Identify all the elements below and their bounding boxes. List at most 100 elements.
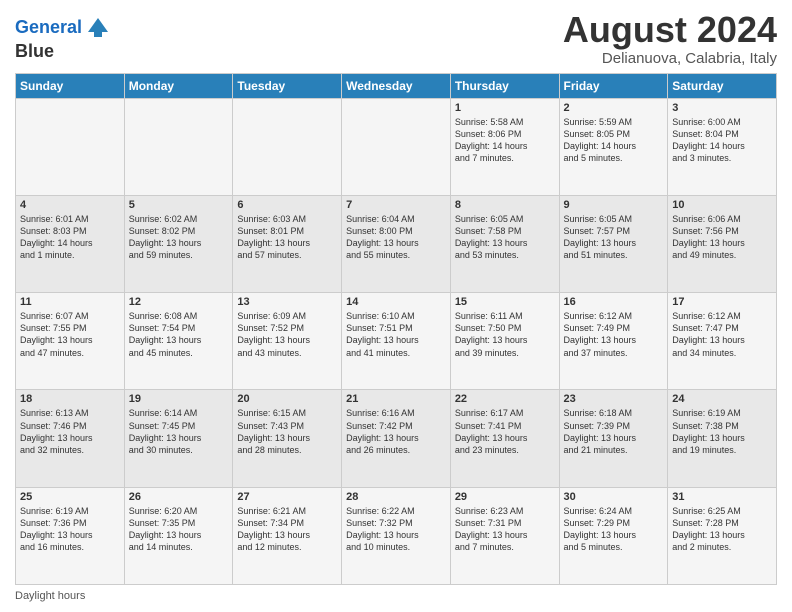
calendar-week-2: 4Sunrise: 6:01 AM Sunset: 8:03 PM Daylig… (16, 195, 777, 292)
calendar-week-1: 1 Sunrise: 5:58 AM Sunset: 8:06 PM Daylig… (16, 98, 777, 195)
calendar-header-row: Sunday Monday Tuesday Wednesday Thursday… (16, 73, 777, 98)
day-number: 31 (672, 491, 772, 503)
header-wednesday: Wednesday (342, 73, 451, 98)
header-monday: Monday (124, 73, 233, 98)
day-info: Sunrise: 6:12 AM Sunset: 7:47 PM Dayligh… (672, 310, 772, 359)
day-number: 16 (564, 296, 664, 308)
calendar-cell: 20Sunrise: 6:15 AM Sunset: 7:43 PM Dayli… (233, 390, 342, 487)
logo-general: General (15, 17, 82, 37)
page: General Blue August 2024 Delianuova, Cal… (0, 0, 792, 612)
logo-text: General (15, 18, 82, 38)
header-tuesday: Tuesday (233, 73, 342, 98)
day-info: Sunrise: 6:25 AM Sunset: 7:28 PM Dayligh… (672, 505, 772, 554)
day-info: Sunrise: 5:58 AM Sunset: 8:06 PM Dayligh… (455, 116, 555, 165)
day-info: Sunrise: 6:18 AM Sunset: 7:39 PM Dayligh… (564, 407, 664, 456)
day-number: 1 (455, 102, 555, 114)
calendar-cell: 19 Sunrise: 6:14 AM Sunset: 7:45 PM Dayli… (124, 390, 233, 487)
day-number: 13 (237, 296, 337, 308)
calendar-cell (124, 98, 233, 195)
calendar-cell: 12Sunrise: 6:08 AM Sunset: 7:54 PM Dayli… (124, 293, 233, 390)
calendar-cell: 2 Sunrise: 5:59 AM Sunset: 8:05 PM Daylig… (559, 98, 668, 195)
calendar-cell: 11 Sunrise: 6:07 AM Sunset: 7:55 PM Dayli… (16, 293, 125, 390)
calendar-cell: 21 Sunrise: 6:16 AM Sunset: 7:42 PM Dayli… (342, 390, 451, 487)
day-number: 6 (237, 199, 337, 211)
header-saturday: Saturday (668, 73, 777, 98)
calendar-cell: 5 Sunrise: 6:02 AM Sunset: 8:02 PM Daylig… (124, 195, 233, 292)
day-info: Sunrise: 6:03 AM Sunset: 8:01 PM Dayligh… (237, 213, 337, 262)
day-number: 30 (564, 491, 664, 503)
calendar-cell: 18 Sunrise: 6:13 AM Sunset: 7:46 PM Dayli… (16, 390, 125, 487)
calendar-cell: 15Sunrise: 6:11 AM Sunset: 7:50 PM Dayli… (450, 293, 559, 390)
calendar-cell: 17 Sunrise: 6:12 AM Sunset: 7:47 PM Dayli… (668, 293, 777, 390)
calendar-cell: 9 Sunrise: 6:05 AM Sunset: 7:57 PM Daylig… (559, 195, 668, 292)
day-info: Sunrise: 6:13 AM Sunset: 7:46 PM Dayligh… (20, 407, 120, 456)
calendar-cell: 30 Sunrise: 6:24 AM Sunset: 7:29 PM Dayli… (559, 487, 668, 584)
day-number: 18 (20, 393, 120, 405)
day-info: Sunrise: 6:24 AM Sunset: 7:29 PM Dayligh… (564, 505, 664, 554)
day-info: Sunrise: 6:19 AM Sunset: 7:38 PM Dayligh… (672, 407, 772, 456)
day-number: 11 (20, 296, 120, 308)
day-info: Sunrise: 6:21 AM Sunset: 7:34 PM Dayligh… (237, 505, 337, 554)
calendar-cell: 16Sunrise: 6:12 AM Sunset: 7:49 PM Dayli… (559, 293, 668, 390)
day-info: Sunrise: 6:20 AM Sunset: 7:35 PM Dayligh… (129, 505, 229, 554)
subtitle: Delianuova, Calabria, Italy (563, 50, 777, 67)
calendar-cell: 14Sunrise: 6:10 AM Sunset: 7:51 PM Dayli… (342, 293, 451, 390)
day-info: Sunrise: 6:04 AM Sunset: 8:00 PM Dayligh… (346, 213, 446, 262)
calendar-cell: 7 Sunrise: 6:04 AM Sunset: 8:00 PM Daylig… (342, 195, 451, 292)
day-info: Sunrise: 6:01 AM Sunset: 8:03 PM Dayligh… (20, 213, 120, 262)
calendar-cell: 4Sunrise: 6:01 AM Sunset: 8:03 PM Daylig… (16, 195, 125, 292)
day-info: Sunrise: 6:22 AM Sunset: 7:32 PM Dayligh… (346, 505, 446, 554)
day-info: Sunrise: 6:17 AM Sunset: 7:41 PM Dayligh… (455, 407, 555, 456)
day-number: 10 (672, 199, 772, 211)
day-number: 5 (129, 199, 229, 211)
logo-blue: Blue (15, 41, 54, 61)
day-info: Sunrise: 5:59 AM Sunset: 8:05 PM Dayligh… (564, 116, 664, 165)
day-number: 26 (129, 491, 229, 503)
calendar: Sunday Monday Tuesday Wednesday Thursday… (15, 73, 777, 585)
day-info: Sunrise: 6:16 AM Sunset: 7:42 PM Dayligh… (346, 407, 446, 456)
day-number: 27 (237, 491, 337, 503)
day-number: 7 (346, 199, 446, 211)
calendar-cell: 28 Sunrise: 6:22 AM Sunset: 7:32 PM Dayli… (342, 487, 451, 584)
day-info: Sunrise: 6:05 AM Sunset: 7:57 PM Dayligh… (564, 213, 664, 262)
day-info: Sunrise: 6:14 AM Sunset: 7:45 PM Dayligh… (129, 407, 229, 456)
calendar-cell: 25 Sunrise: 6:19 AM Sunset: 7:36 PM Dayli… (16, 487, 125, 584)
calendar-cell: 27 Sunrise: 6:21 AM Sunset: 7:34 PM Dayli… (233, 487, 342, 584)
calendar-week-5: 25 Sunrise: 6:19 AM Sunset: 7:36 PM Dayli… (16, 487, 777, 584)
calendar-cell: 26 Sunrise: 6:20 AM Sunset: 7:35 PM Dayli… (124, 487, 233, 584)
day-info: Sunrise: 6:05 AM Sunset: 7:58 PM Dayligh… (455, 213, 555, 262)
day-number: 29 (455, 491, 555, 503)
day-number: 2 (564, 102, 664, 114)
header-sunday: Sunday (16, 73, 125, 98)
day-info: Sunrise: 6:02 AM Sunset: 8:02 PM Dayligh… (129, 213, 229, 262)
footer-daylight: Daylight hours (15, 590, 777, 602)
day-number: 12 (129, 296, 229, 308)
day-info: Sunrise: 6:00 AM Sunset: 8:04 PM Dayligh… (672, 116, 772, 165)
calendar-cell: 23Sunrise: 6:18 AM Sunset: 7:39 PM Dayli… (559, 390, 668, 487)
day-number: 21 (346, 393, 446, 405)
day-number: 28 (346, 491, 446, 503)
day-number: 8 (455, 199, 555, 211)
day-number: 25 (20, 491, 120, 503)
calendar-cell (16, 98, 125, 195)
day-info: Sunrise: 6:15 AM Sunset: 7:43 PM Dayligh… (237, 407, 337, 456)
day-info: Sunrise: 6:23 AM Sunset: 7:31 PM Dayligh… (455, 505, 555, 554)
day-number: 14 (346, 296, 446, 308)
day-number: 22 (455, 393, 555, 405)
header: General Blue August 2024 Delianuova, Cal… (15, 10, 777, 67)
day-number: 3 (672, 102, 772, 114)
day-info: Sunrise: 6:19 AM Sunset: 7:36 PM Dayligh… (20, 505, 120, 554)
day-number: 17 (672, 296, 772, 308)
calendar-cell: 10Sunrise: 6:06 AM Sunset: 7:56 PM Dayli… (668, 195, 777, 292)
day-info: Sunrise: 6:11 AM Sunset: 7:50 PM Dayligh… (455, 310, 555, 359)
day-number: 9 (564, 199, 664, 211)
day-number: 24 (672, 393, 772, 405)
calendar-cell (233, 98, 342, 195)
main-title: August 2024 (563, 10, 777, 50)
calendar-cell: 13Sunrise: 6:09 AM Sunset: 7:52 PM Dayli… (233, 293, 342, 390)
calendar-cell: 29 Sunrise: 6:23 AM Sunset: 7:31 PM Dayli… (450, 487, 559, 584)
day-info: Sunrise: 6:07 AM Sunset: 7:55 PM Dayligh… (20, 310, 120, 359)
day-number: 19 (129, 393, 229, 405)
calendar-cell (342, 98, 451, 195)
calendar-cell: 31 Sunrise: 6:25 AM Sunset: 7:28 PM Dayli… (668, 487, 777, 584)
